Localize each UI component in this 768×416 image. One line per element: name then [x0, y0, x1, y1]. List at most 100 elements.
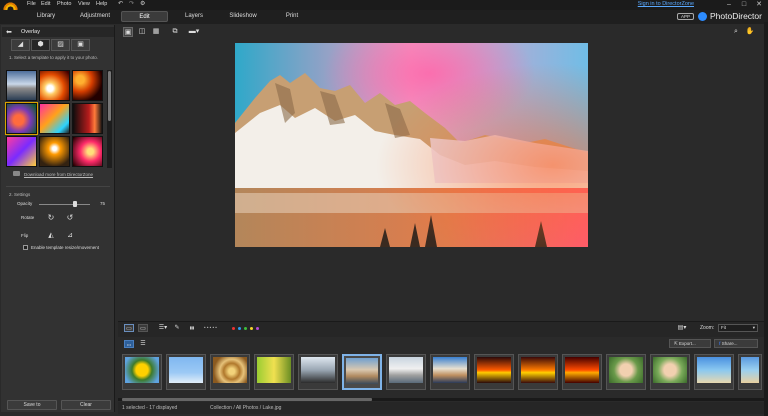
tab-adjustment[interactable]: Adjustment: [75, 11, 115, 22]
photodirector-logo-icon: [698, 12, 707, 21]
color-label-yellow[interactable]: [250, 327, 253, 330]
filmstrip-mode-icon[interactable]: •••: [124, 340, 134, 348]
rotate-right-icon[interactable]: ↻: [46, 213, 56, 223]
export-label: Export...: [679, 341, 696, 346]
photo-thumbnail[interactable]: [650, 354, 690, 390]
photo-thumbnail[interactable]: [298, 354, 338, 390]
opacity-value[interactable]: 75: [100, 201, 105, 206]
category-tab-4[interactable]: ▣: [71, 39, 90, 51]
flip-vertical-icon[interactable]: ⊿: [65, 231, 75, 241]
filmstrip-scroll-thumb[interactable]: [122, 398, 372, 401]
share-label: Share...: [721, 341, 738, 346]
close-button[interactable]: ✕: [752, 0, 766, 9]
second-display-icon[interactable]: ⧉: [170, 27, 180, 37]
category-tab-2[interactable]: ⬢: [31, 39, 50, 51]
chevron-down-icon: ▾: [752, 325, 755, 330]
overlay-template[interactable]: [39, 136, 70, 167]
download-icon: [13, 171, 20, 176]
opacity-slider[interactable]: [39, 204, 90, 205]
tab-print[interactable]: Print: [280, 11, 304, 22]
photo-thumbnail[interactable]: [430, 354, 470, 390]
export-button[interactable]: ⇱ Export...: [669, 339, 711, 348]
overlay-template[interactable]: [72, 136, 103, 167]
single-view-icon[interactable]: ▣: [123, 27, 133, 37]
photo-thumbnail-selected[interactable]: [342, 354, 382, 390]
zoom-select[interactable]: Fit ▾: [718, 324, 758, 332]
opacity-slider-thumb[interactable]: [73, 201, 77, 207]
layout-menu-icon[interactable]: ▤▾: [676, 324, 688, 332]
brush-tag-icon[interactable]: ✎: [172, 324, 182, 332]
settings-gear-icon[interactable]: ⚙: [140, 0, 145, 7]
filmstrip-subbar: [118, 337, 764, 350]
app-badge[interactable]: APP: [677, 13, 694, 20]
screen-mode-icon[interactable]: ▬▾: [187, 27, 201, 37]
overlay-template[interactable]: [72, 103, 103, 134]
download-more-link[interactable]: Download more from DirectorZone: [24, 172, 93, 177]
share-button[interactable]: f Share...: [714, 339, 758, 348]
overlay-template[interactable]: [39, 103, 70, 134]
photo-thumbnail[interactable]: [562, 354, 602, 390]
menu-file[interactable]: File: [27, 1, 36, 7]
color-label-red[interactable]: [232, 327, 235, 330]
flag-filter-icon[interactable]: ▮▮: [187, 324, 197, 332]
photo-thumbnail[interactable]: [166, 354, 206, 390]
photo-thumbnail[interactable]: [254, 354, 294, 390]
tab-slideshow[interactable]: Slideshow: [224, 11, 262, 22]
zoom-label: Zoom:: [700, 325, 715, 331]
signin-link[interactable]: Sign in to DirectorZone: [638, 1, 694, 7]
minimize-button[interactable]: –: [722, 0, 736, 9]
thumbnail-size-small-icon[interactable]: ▭: [124, 324, 134, 332]
thumbnail-size-large-icon[interactable]: ▭: [138, 324, 148, 332]
undo-icon[interactable]: ↶: [118, 0, 123, 7]
redo-icon[interactable]: ↷: [129, 0, 134, 7]
category-tab-1[interactable]: ◢: [11, 39, 30, 51]
photo-thumbnail[interactable]: [122, 354, 162, 390]
photo-thumbnail[interactable]: [386, 354, 426, 390]
photo-thumbnail[interactable]: [210, 354, 250, 390]
hand-tool-icon[interactable]: ✋: [745, 27, 755, 37]
category-tab-3[interactable]: ▨: [51, 39, 70, 51]
zoom-tool-icon[interactable]: ⌕: [731, 27, 741, 37]
menu-view[interactable]: View: [78, 1, 90, 7]
maximize-button[interactable]: □: [737, 0, 751, 9]
overlay-template[interactable]: [72, 70, 103, 101]
photo-thumbnail[interactable]: [474, 354, 514, 390]
overlay-template[interactable]: [6, 136, 37, 167]
tab-library[interactable]: Library: [30, 11, 62, 22]
overlay-template[interactable]: [39, 70, 70, 101]
star-rating-filter[interactable]: • • • • •: [204, 325, 217, 330]
panel-header: [2, 27, 114, 37]
color-label-blue[interactable]: [238, 327, 241, 330]
menu-help[interactable]: Help: [96, 1, 107, 7]
menu-edit[interactable]: Edit: [41, 1, 50, 7]
module-tabs-bar: [0, 10, 768, 24]
list-mode-icon[interactable]: ☰: [138, 340, 148, 348]
rotate-left-icon[interactable]: ↺: [65, 213, 75, 223]
tab-edit[interactable]: Edit: [121, 11, 168, 22]
tab-layers[interactable]: Layers: [180, 11, 208, 22]
flip-label: Flip: [21, 233, 29, 238]
compare-view-icon[interactable]: ◫: [137, 27, 147, 37]
panel-title: Overlay: [21, 28, 40, 35]
overlay-template[interactable]: [6, 70, 37, 101]
menu-photo[interactable]: Photo: [57, 1, 71, 7]
photo-thumbnail[interactable]: [518, 354, 558, 390]
photo-thumbnail[interactable]: [606, 354, 646, 390]
clear-button[interactable]: Clear: [61, 400, 111, 410]
sort-icon[interactable]: ☰▾: [157, 324, 169, 332]
photo-thumbnail[interactable]: [738, 354, 762, 390]
back-arrow-icon[interactable]: ⬅: [6, 28, 12, 36]
settings-title: 2. Settings: [9, 192, 31, 197]
color-label-green[interactable]: [244, 327, 247, 330]
photo-thumbnail[interactable]: [694, 354, 734, 390]
zoom-select-value: Fit: [721, 325, 726, 330]
template-scroll-thumb[interactable]: [108, 71, 111, 121]
opacity-label: Opacity: [17, 201, 33, 206]
save-to-button[interactable]: Save to: [7, 400, 57, 410]
flip-horizontal-icon[interactable]: ◭: [46, 231, 56, 241]
overlay-template-selected[interactable]: [5, 102, 38, 135]
grid-view-icon[interactable]: ▦: [151, 27, 161, 37]
enable-resize-checkbox[interactable]: [23, 245, 28, 250]
color-label-purple[interactable]: [256, 327, 259, 330]
divider: [6, 186, 110, 187]
